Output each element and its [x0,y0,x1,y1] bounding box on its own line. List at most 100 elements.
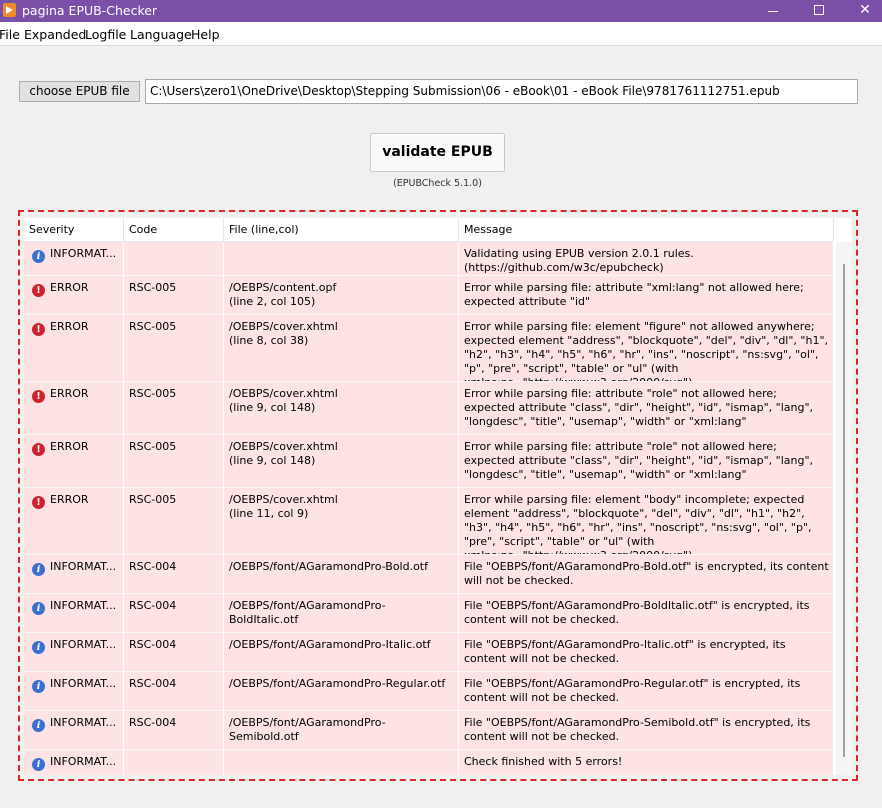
maximize-button[interactable] [796,0,842,22]
message-cell: Validating using EPUB version 2.0.1 rule… [459,242,834,275]
file-cell: /OEBPS/cover.xhtml (line 9, col 148) [224,435,459,487]
message-cell: File "OEBPS/font/AGaramondPro-Bold.otf" … [459,555,834,593]
severity-cell: ! ERROR [24,276,124,314]
table-row[interactable]: i INFORMAT... RSC-004/OEBPS/font/AGaramond… [24,711,834,750]
error-icon: ! [32,443,45,456]
severity-label: INFORMAT... [50,560,117,573]
table-row[interactable]: i INFORMAT... RSC-004/OEBPS/font/AGaramond… [24,672,834,711]
minimize-icon [768,11,778,12]
message-cell: Error while parsing file: attribute "xml… [459,276,834,314]
table-row[interactable]: i INFORMAT... RSC-004/OEBPS/font/AGaramond… [24,555,834,594]
severity-cell: i INFORMAT... [24,672,124,710]
severity-label: INFORMAT... [50,677,117,690]
severity-label: ERROR [50,320,89,333]
file-cell: /OEBPS/cover.xhtml (line 9, col 148) [224,382,459,434]
message-cell: File "OEBPS/font/AGaramondPro-Regular.ot… [459,672,834,710]
table-row[interactable]: ! ERROR RSC-005/OEBPS/cover.xhtml (line 8,… [24,315,834,382]
code-cell: RSC-005 [124,276,224,314]
severity-label: INFORMAT... [50,716,117,729]
file-cell: /OEBPS/font/AGaramondPro-BoldItalic.otf [224,594,459,632]
severity-cell: i INFORMAT... [24,555,124,593]
table-row[interactable]: ! ERROR RSC-005/OEBPS/cover.xhtml (line 9,… [24,435,834,488]
file-cell: /OEBPS/font/AGaramondPro-Bold.otf [224,555,459,593]
severity-cell: ! ERROR [24,382,124,434]
code-cell [124,750,224,775]
minimize-button[interactable] [750,0,796,22]
code-cell: RSC-005 [124,315,224,381]
severity-label: INFORMAT... [50,755,117,768]
results-table: Severity Code File (line,col) Message iI… [24,218,852,775]
table-row[interactable]: i INFORMAT... RSC-004/OEBPS/font/AGaramond… [24,633,834,672]
table-row[interactable]: ! ERROR RSC-005/OEBPS/cover.xhtml (line 9,… [24,382,834,435]
title-bar: pagina EPUB-Checker ✕ [0,0,882,22]
severity-cell: i INFORMAT... [24,711,124,749]
code-cell: RSC-005 [124,488,224,554]
window-title: pagina EPUB-Checker [22,3,158,18]
severity-label: INFORMAT... [50,638,117,651]
close-icon: ✕ [859,2,871,18]
severity-cell: i INFORMAT... [24,242,124,275]
validate-epub-button[interactable]: validate EPUB [370,133,505,172]
table-body: i INFORMAT... Validating using EPUB versio… [24,242,834,775]
info-icon: i [32,563,45,576]
menu-expanded[interactable]: Expanded [24,27,86,42]
header-message[interactable]: Message [459,218,834,242]
file-cell: /OEBPS/cover.xhtml (line 11, col 9) [224,488,459,554]
message-cell: File "OEBPS/font/AGaramondPro-BoldItalic… [459,594,834,632]
error-icon: ! [32,496,45,509]
code-cell: RSC-005 [124,435,224,487]
close-button[interactable]: ✕ [842,0,882,22]
message-cell: Error while parsing file: attribute "rol… [459,382,834,434]
table-row[interactable]: ! ERROR RSC-005/OEBPS/cover.xhtml (line 11… [24,488,834,555]
table-row[interactable]: i INFORMAT... Check finished with 5 errors… [24,750,834,775]
choose-epub-button[interactable]: choose EPUB file [19,81,140,102]
header-file[interactable]: File (line,col) [224,218,459,242]
file-cell: /OEBPS/font/AGaramondPro-Semibold.otf [224,711,459,749]
info-icon: i [32,758,45,771]
error-icon: ! [32,390,45,403]
message-cell: File "OEBPS/font/AGaramondPro-Semibold.o… [459,711,834,749]
severity-label: INFORMAT... [50,247,117,260]
message-cell: Error while parsing file: attribute "rol… [459,435,834,487]
info-icon: i [32,602,45,615]
file-cell: /OEBPS/content.opf (line 2, col 105) [224,276,459,314]
file-cell: /OEBPS/font/AGaramondPro-Regular.otf [224,672,459,710]
table-row[interactable]: i INFORMAT... Validating using EPUB versio… [24,242,834,276]
code-cell: RSC-004 [124,633,224,671]
severity-label: ERROR [50,281,89,294]
vertical-scrollbar[interactable] [836,242,852,775]
severity-cell: ! ERROR [24,488,124,554]
menu-logfile[interactable]: Logfile [85,27,126,42]
info-icon: i [32,641,45,654]
info-icon: i [32,719,45,732]
severity-cell: ! ERROR [24,315,124,381]
severity-label: ERROR [50,493,89,506]
menu-help[interactable]: Help [191,27,220,42]
code-cell [124,242,224,275]
severity-cell: i INFORMAT... [24,750,124,775]
severity-label: ERROR [50,440,89,453]
code-cell: RSC-004 [124,672,224,710]
table-row[interactable]: i INFORMAT... RSC-004/OEBPS/font/AGaramond… [24,594,834,633]
epub-path-field[interactable]: C:\Users\zero1\OneDrive\Desktop\Stepping… [145,79,858,104]
table-row[interactable]: ! ERROR RSC-005/OEBPS/content.opf (line 2,… [24,276,834,315]
header-code[interactable]: Code [124,218,224,242]
code-cell: RSC-004 [124,711,224,749]
menu-file[interactable]: File [0,27,20,42]
menu-language[interactable]: Language [130,27,192,42]
info-icon: i [32,250,45,263]
file-cell: /OEBPS/font/AGaramondPro-Italic.otf [224,633,459,671]
severity-label: ERROR [50,387,89,400]
header-severity[interactable]: Severity [24,218,124,242]
severity-cell: i INFORMAT... [24,633,124,671]
epubcheck-version-label: (EPUBCheck 5.1.0) [393,178,482,189]
message-cell: Error while parsing file: element "figur… [459,315,834,381]
message-cell: File "OEBPS/font/AGaramondPro-Italic.otf… [459,633,834,671]
file-cell [224,242,459,275]
info-icon: i [32,680,45,693]
menu-bar: File Expanded Logfile Language Help [0,22,882,46]
message-cell: Check finished with 5 errors! [459,750,834,775]
scrollbar-thumb[interactable] [843,264,845,757]
code-cell: RSC-004 [124,555,224,593]
maximize-icon [814,5,824,15]
